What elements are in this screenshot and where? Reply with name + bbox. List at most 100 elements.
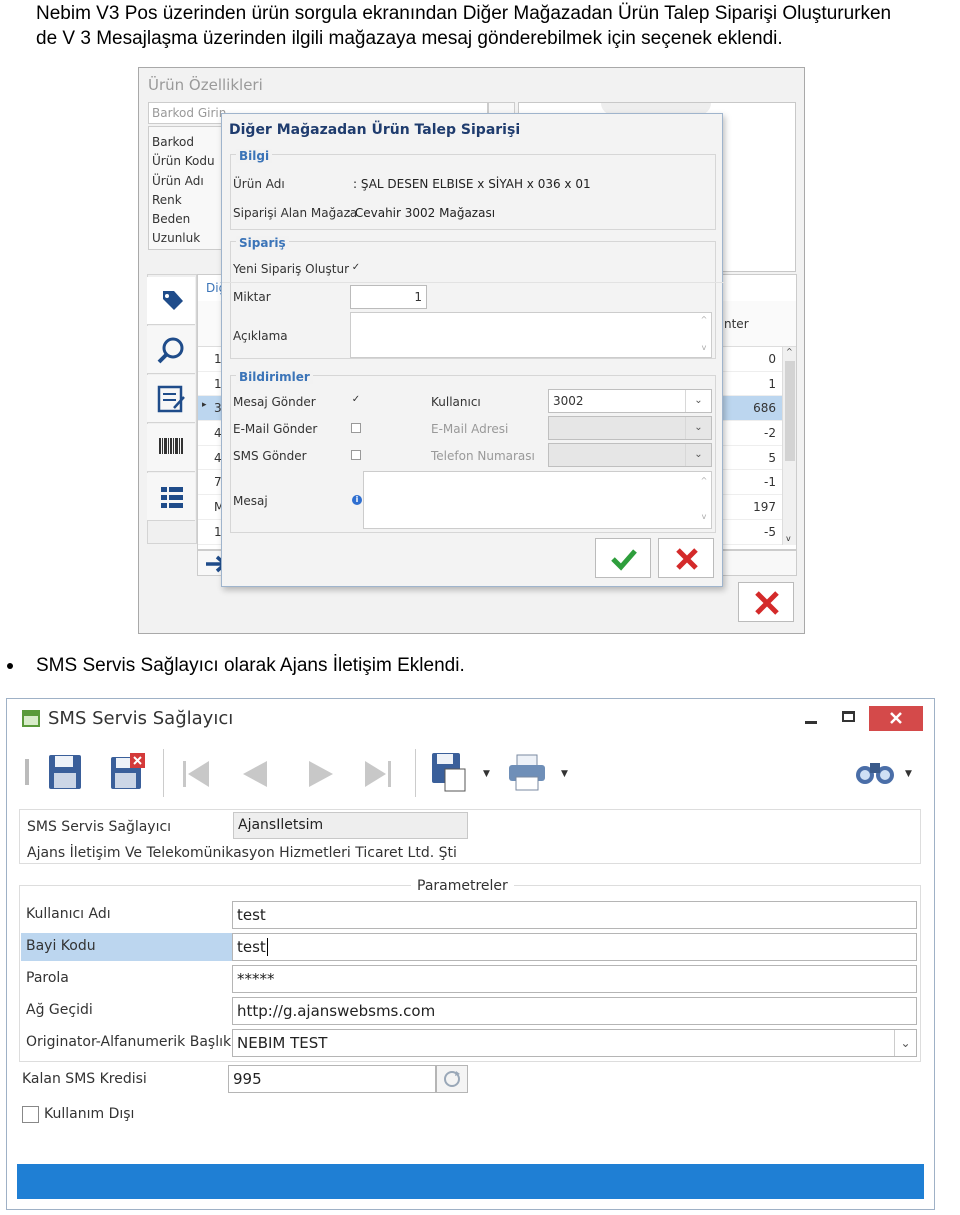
field-barcode: Barkod [152, 135, 194, 149]
provider-label: SMS Servis Sağlayıcı [27, 819, 172, 835]
field-size: Beden [152, 212, 191, 227]
barcode-tab[interactable] [147, 424, 195, 472]
list-tab[interactable] [147, 473, 195, 521]
first-icon [183, 761, 209, 787]
row-value: 5 [768, 450, 776, 465]
dealer-code-input[interactable]: test [232, 933, 917, 961]
row-value: -2 [764, 426, 776, 441]
email-dropdown[interactable]: ⌄ [548, 416, 712, 440]
save-as-dropdown-icon[interactable]: ▼ [483, 769, 490, 779]
quantity-input[interactable]: 1 [350, 285, 427, 309]
bullet-dot [7, 663, 13, 669]
gateway-label: Ağ Geçidi [26, 1002, 93, 1018]
message-textarea[interactable]: ^ v [363, 471, 712, 529]
row-value: 686 [753, 401, 776, 416]
password-label: Parola [26, 970, 69, 986]
info-group-label: Bilgi [236, 149, 273, 163]
send-sms-checkbox[interactable] [351, 450, 361, 460]
red-x-icon [676, 548, 698, 570]
order-dialog: Diğer Mağazadan Ürün Talep Siparişi Bilg… [221, 113, 724, 587]
next-icon [309, 761, 333, 787]
send-sms-label: SMS Gönder [233, 449, 307, 463]
last-record-button[interactable] [357, 753, 401, 797]
tag-tab[interactable] [147, 277, 195, 325]
toolbar: ▼ ▼ ▼ [17, 741, 927, 807]
originator-label: Originator-Alfanumerik Başlık [26, 1034, 232, 1050]
originator-select[interactable]: NEBIM TEST ⌄ [232, 1029, 917, 1057]
previous-record-button[interactable] [233, 753, 277, 797]
chevron-down-icon: ⌄ [685, 417, 711, 439]
order-group-label: Sipariş [236, 236, 289, 250]
store-value: : Cevahir 3002 Mağazası [347, 206, 496, 220]
phone-label: Telefon Numarası [431, 449, 535, 463]
scroll-up-icon[interactable]: ^ [786, 347, 793, 356]
disabled-label: Kullanım Dışı [44, 1106, 135, 1122]
send-email-label: E-Mail Gönder [233, 422, 318, 436]
refresh-icon [444, 1071, 460, 1087]
product-name-value: : ŞAL DESEN ELBISE x SİYAH x 036 x 01 [353, 177, 591, 191]
email-label: E-Mail Adresi [431, 422, 509, 436]
delete-record-icon [111, 753, 145, 789]
text-cursor [266, 938, 268, 956]
edit-form-icon [157, 385, 185, 413]
save-button[interactable] [43, 751, 87, 795]
first-record-button[interactable] [173, 753, 217, 797]
find-button[interactable] [853, 751, 897, 795]
print-button[interactable] [505, 751, 549, 795]
search-stores-tab[interactable] [147, 326, 195, 374]
notifications-group-label: Bildirimler [236, 370, 313, 384]
toolbar-grip [25, 759, 29, 785]
phone-dropdown[interactable]: ⌄ [548, 443, 712, 467]
info-icon[interactable]: i [352, 495, 362, 505]
credit-field: 995 [228, 1065, 436, 1093]
username-input[interactable]: test [232, 901, 917, 929]
description-textarea[interactable]: ^ v [350, 312, 712, 358]
find-dropdown-icon[interactable]: ▼ [905, 769, 912, 779]
field-color: Renk [152, 192, 182, 207]
edit-tab[interactable] [147, 375, 195, 423]
close-icon [890, 712, 902, 724]
save-as-button[interactable] [427, 749, 471, 793]
red-x-icon [755, 591, 779, 615]
print-dropdown-icon[interactable]: ▼ [561, 769, 568, 779]
user-dropdown[interactable]: 3002 ⌄ [548, 389, 712, 413]
list-grid-icon [161, 487, 183, 508]
cancel-button[interactable] [658, 538, 714, 578]
row-value: -1 [764, 475, 776, 490]
close-window-button[interactable] [738, 582, 794, 622]
scroll-down-icon[interactable]: v [786, 534, 791, 543]
new-order-label: Yeni Sipariş Oluştur [233, 262, 350, 276]
store-label: Siparişi Alan Mağaza [233, 206, 358, 220]
refresh-credit-button[interactable] [436, 1065, 468, 1093]
delete-button[interactable] [105, 751, 149, 795]
row-value: 0 [768, 352, 776, 366]
chevron-down-icon: ⌄ [685, 390, 711, 412]
title-bar: SMS Servis Sağlayıcı [7, 699, 934, 741]
window-title: SMS Servis Sağlayıcı [48, 708, 234, 729]
chevron-down-icon: ⌄ [894, 1030, 916, 1056]
send-message-checkbox[interactable]: ✓ [350, 395, 362, 407]
checkmark-icon [611, 549, 637, 571]
grid-scrollbar[interactable]: ^ v [782, 347, 796, 545]
maximize-icon[interactable] [842, 711, 855, 722]
chevron-down-icon: ⌄ [685, 444, 711, 466]
send-email-checkbox[interactable] [351, 423, 361, 433]
disabled-checkbox[interactable] [22, 1106, 39, 1123]
next-record-button[interactable] [299, 753, 343, 797]
provider-panel: SMS Servis Sağlayıcı AjansIletsim Ajans … [19, 809, 921, 864]
new-order-checkbox[interactable]: ✓ [350, 263, 362, 275]
confirm-button[interactable] [595, 538, 651, 578]
row-value: 197 [753, 500, 776, 515]
save-as-icon [432, 753, 466, 792]
last-icon [365, 761, 391, 787]
password-input[interactable]: ***** [232, 965, 917, 993]
save-icon [49, 755, 81, 789]
tag-icon [163, 291, 183, 310]
minimize-icon[interactable] [805, 721, 817, 724]
row-indicator-icon: ▸ [202, 400, 207, 411]
gateway-input[interactable]: http://g.ajanswebsms.com [232, 997, 917, 1025]
message-label: Mesaj [233, 494, 268, 508]
close-button[interactable] [869, 706, 923, 731]
dealer-code-value: test [237, 938, 266, 956]
field-product-name: Ürün Adı [152, 173, 204, 188]
